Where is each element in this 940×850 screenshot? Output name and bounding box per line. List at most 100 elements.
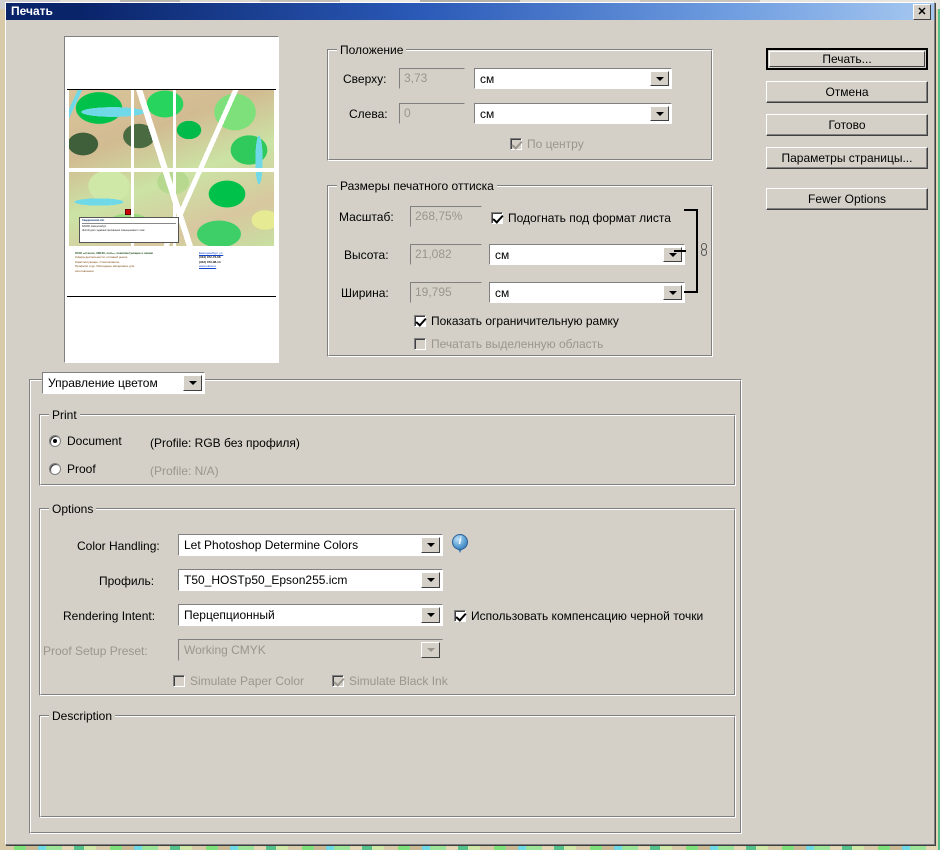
fewer-options-button-label: Fewer Options <box>807 192 887 206</box>
print-selected-area-checkbox[interactable]: Печатать выделенную область <box>414 337 603 351</box>
height-input[interactable]: 21,082 <box>410 244 482 265</box>
chevron-down-icon[interactable] <box>421 642 440 658</box>
radio-circle <box>49 463 61 475</box>
profile-select[interactable]: T50_HOSTp50_Epson255.icm <box>178 569 443 591</box>
chevron-down-icon[interactable] <box>183 375 202 391</box>
scale-label: Масштаб: <box>339 210 394 224</box>
left-label: Слева: <box>349 107 388 121</box>
scale-to-fit-checkbox[interactable]: Подогнать под формат листа <box>491 211 671 225</box>
cancel-button-label: Отмена <box>825 85 869 99</box>
checkbox-box <box>414 315 426 327</box>
chevron-down-icon[interactable] <box>650 71 669 86</box>
print-dialog: Печать ✕ Свердловская обл. 620000, Екате… <box>5 2 935 845</box>
chevron-down-icon[interactable] <box>421 537 440 553</box>
radio-proof[interactable]: Proof <box>49 462 96 476</box>
simulate-black-ink-label: Simulate Black Ink <box>349 674 448 688</box>
section-select-value: Управление цветом <box>48 376 158 390</box>
checkbox-box <box>414 338 426 350</box>
center-image-checkbox[interactable]: По центру <box>510 137 584 151</box>
color-handling-value: Let Photoshop Determine Colors <box>184 538 359 552</box>
checkbox-box <box>332 675 344 687</box>
infobox-title: Свердловская обл. <box>82 219 176 225</box>
map-location-marker <box>125 209 131 215</box>
preview-map-image: Свердловская обл. 620000, Екатеринбург Ж… <box>69 90 274 246</box>
chevron-down-icon[interactable] <box>650 106 669 121</box>
position-group: Положение Сверху: 3,73 см Слева: 0 см По… <box>327 43 713 161</box>
rendering-intent-select[interactable]: Перцепционный <box>178 604 443 626</box>
width-label: Ширина: <box>341 286 389 300</box>
width-unit-select[interactable]: см <box>489 282 685 303</box>
width-input[interactable]: 19,795 <box>410 282 482 303</box>
print-button[interactable]: Печать... <box>766 48 928 70</box>
chain-link-icon <box>700 243 708 257</box>
print-button-label: Печать... <box>822 52 872 66</box>
done-button-label: Готово <box>828 118 866 132</box>
top-unit-select[interactable]: см <box>474 68 672 89</box>
radio-proof-label: Proof <box>67 462 96 476</box>
simulate-paper-color-label: Simulate Paper Color <box>190 674 305 688</box>
section-select[interactable]: Управление цветом <box>42 372 205 394</box>
height-unit-select[interactable]: см <box>489 244 685 265</box>
legend-item: изготовления <box>75 268 94 273</box>
proof-setup-preset-select[interactable]: Working CMYK <box>178 639 443 661</box>
done-button[interactable]: Готово <box>766 114 928 136</box>
contact-website: www.okna.ru <box>199 264 217 269</box>
show-bounding-box-label: Показать ограничительную рамку <box>431 314 619 328</box>
proof-setup-preset-value: Working CMYK <box>184 643 266 657</box>
rendering-intent-value: Перцепционный <box>184 608 275 622</box>
scale-to-fit-label: Подогнать под формат листа <box>508 211 671 225</box>
center-image-label: По центру <box>527 137 584 151</box>
checkbox-box <box>173 675 185 687</box>
radio-circle <box>49 435 61 447</box>
height-unit-value: см <box>495 247 510 262</box>
profile-value: T50_HOSTp50_Epson255.icm <box>184 573 348 587</box>
radio-document-label: Document <box>67 434 122 448</box>
radio-document[interactable]: Document <box>49 434 122 448</box>
left-unit-value: см <box>480 106 495 121</box>
simulate-black-ink-checkbox[interactable]: Simulate Black Ink <box>332 674 448 688</box>
show-bounding-box-checkbox[interactable]: Показать ограничительную рамку <box>414 314 619 328</box>
print-selected-area-label: Печатать выделенную область <box>431 337 604 351</box>
top-input[interactable]: 3,73 <box>399 68 465 89</box>
options-subgroup: Options Color Handling: Let Photoshop De… <box>39 502 736 696</box>
proof-setup-preset-label: Proof Setup Preset: <box>43 644 148 658</box>
left-input[interactable]: 0 <box>399 103 465 124</box>
options-subgroup-title: Options <box>49 502 97 516</box>
map-infobox: Свердловская обл. 620000, Екатеринбург Ж… <box>79 217 179 243</box>
page-setup-button-label: Параметры страницы... <box>781 151 913 165</box>
close-icon[interactable]: ✕ <box>913 4 931 20</box>
chevron-down-icon[interactable] <box>663 285 682 300</box>
print-preview[interactable]: Свердловская обл. 620000, Екатеринбург Ж… <box>64 36 279 363</box>
black-point-compensation-label: Использовать компенсацию черной точки <box>471 609 704 623</box>
scaled-print-size-group: Размеры печатного оттиска Масштаб: 268,7… <box>327 179 713 357</box>
description-subgroup-title: Description <box>49 709 116 723</box>
black-point-compensation-checkbox[interactable]: Использовать компенсацию черной точки <box>454 609 703 623</box>
color-handling-select[interactable]: Let Photoshop Determine Colors <box>178 534 443 556</box>
page-setup-button[interactable]: Параметры страницы... <box>766 147 928 169</box>
scaled-print-size-title: Размеры печатного оттиска <box>337 179 497 193</box>
scale-input[interactable]: 268,75% <box>410 206 482 227</box>
checkbox-box <box>491 212 503 224</box>
fewer-options-button[interactable]: Fewer Options <box>766 188 928 210</box>
height-label: Высота: <box>344 248 389 262</box>
infobox-line2: Жилой дом с административными помещениям… <box>82 228 145 232</box>
preview-legend: ООО «стекло, ОКНО, сеть», комплектующие … <box>71 251 272 293</box>
simulate-paper-color-checkbox[interactable]: Simulate Paper Color <box>173 674 304 688</box>
document-profile-text: (Profile: RGB без профиля) <box>150 436 300 450</box>
width-unit-value: см <box>495 285 510 300</box>
chevron-down-icon[interactable] <box>421 572 440 588</box>
description-subgroup: Description <box>39 709 736 818</box>
dialog-title: Печать <box>11 4 53 18</box>
checkbox-box <box>454 610 466 622</box>
cancel-button[interactable]: Отмена <box>766 81 928 103</box>
top-unit-value: см <box>480 71 495 86</box>
dialog-titlebar[interactable]: Печать ✕ <box>6 3 934 20</box>
print-subgroup-title: Print <box>49 408 80 422</box>
preview-page: Свердловская обл. 620000, Екатеринбург Ж… <box>67 39 276 360</box>
dimensions-link-bracket <box>674 209 698 293</box>
color-handling-label: Color Handling: <box>77 539 160 553</box>
chevron-down-icon[interactable] <box>421 607 440 623</box>
left-unit-select[interactable]: см <box>474 103 672 124</box>
info-icon[interactable]: i <box>452 534 468 554</box>
checkbox-box <box>510 138 522 150</box>
